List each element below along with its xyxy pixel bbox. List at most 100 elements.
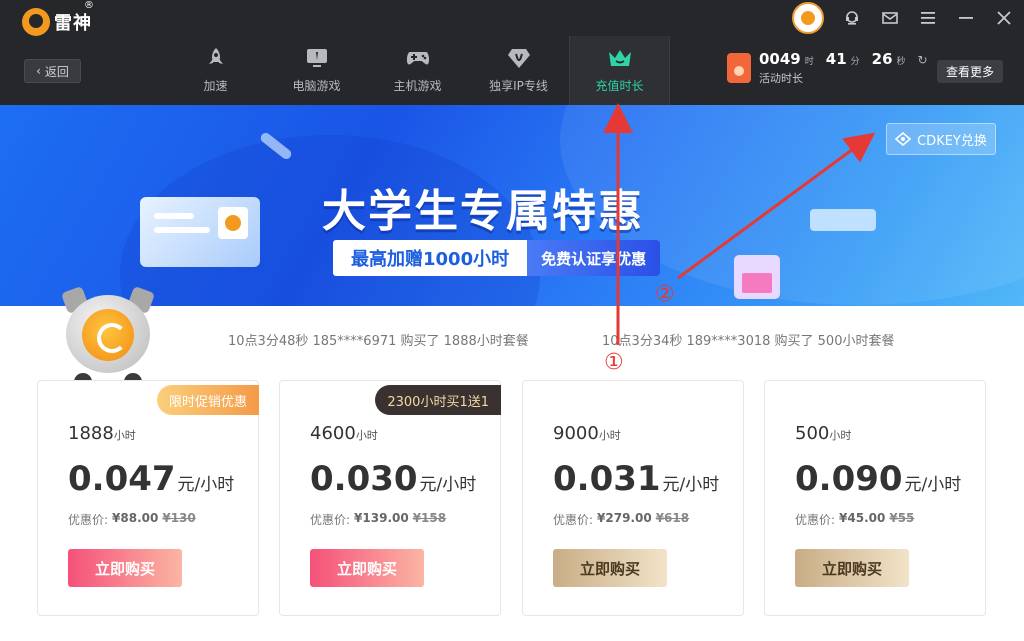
rocket-icon (203, 47, 229, 69)
back-label: 返回 (44, 64, 69, 79)
promo-price-line: 优惠价: ¥139.00 ¥158 (310, 511, 446, 528)
activity-timer: 0049 时 41 分 26 秒 ↻ 活动时长 (727, 50, 928, 86)
package-hours: 9000 小时 (553, 423, 621, 444)
customer-service-icon[interactable] (842, 8, 862, 28)
app-logo: 雷神 (22, 8, 92, 36)
hours-unit: 小时 (829, 429, 852, 442)
hours-value: 500 (795, 423, 830, 444)
mail-icon[interactable] (880, 8, 900, 28)
nav-item-pc-games[interactable]: 电脑游戏 (266, 36, 367, 105)
hours-value: 4600 (310, 423, 356, 444)
banner-title: 大学生专属特惠 (322, 186, 644, 237)
timer-minutes: 41 (825, 50, 847, 68)
package-card-500[interactable]: 500 小时 0.090 元/小时 优惠价: ¥45.00 ¥55 立即购买 (764, 380, 986, 616)
app-header: 雷神 ® ‹ 返回 加速 电脑游戏 主机游戏 独享IP专线 充值时长 0049 … (0, 0, 1024, 105)
package-card-9000[interactable]: 9000 小时 0.031 元/小时 优惠价: ¥279.00 ¥618 立即购买 (522, 380, 744, 616)
timer-seconds: 26 (871, 50, 893, 68)
promo-label: 优惠价: (310, 513, 351, 527)
price-value: 0.047 (68, 459, 176, 499)
promo-price-line: 优惠价: ¥279.00 ¥618 (553, 511, 689, 528)
buy-now-button[interactable]: 立即购买 (553, 549, 667, 587)
timer-minutes-unit: 分 (850, 57, 860, 67)
price-value: 0.090 (795, 459, 903, 499)
ip-line-icon (506, 47, 532, 69)
monitor-game-icon (304, 47, 330, 69)
package-card-1888[interactable]: 限时促销优惠 1888 小时 0.047 元/小时 优惠价: ¥88.00 ¥130 立… (37, 380, 259, 616)
promo-badge: 限时促销优惠 (156, 385, 259, 415)
promo-banner[interactable]: 大学生专属特惠 最高加赠1000小时 免费认证享优惠 CDKEY兑换 (0, 105, 1024, 306)
gift-box-illustration (734, 255, 780, 299)
red-envelope-icon (727, 53, 751, 83)
refresh-icon[interactable]: ↻ (918, 53, 928, 67)
annotation-number-1: ① (604, 350, 624, 375)
id-card-illustration (810, 209, 876, 231)
user-avatar[interactable] (792, 2, 824, 34)
unit-price: 0.047 元/小时 (68, 459, 234, 499)
back-button[interactable]: ‹ 返回 (24, 59, 81, 83)
buy-now-button[interactable]: 立即购买 (310, 549, 424, 587)
view-more-button[interactable]: 查看更多 (937, 60, 1003, 83)
nav-item-console-games[interactable]: 主机游戏 (367, 36, 468, 105)
hours-unit: 小时 (355, 429, 378, 442)
banner-subtitle: 最高加赠1000小时 (351, 249, 510, 270)
menu-icon[interactable] (918, 8, 938, 28)
original-price: ¥158 (412, 511, 447, 525)
banner-subtitle-box: 最高加赠1000小时 免费认证享优惠 (333, 240, 661, 276)
price-unit: 元/小时 (177, 475, 235, 495)
nav-item-accelerate[interactable]: 加速 (165, 36, 266, 105)
nav-label: 主机游戏 (393, 79, 442, 93)
price-value: 0.031 (553, 459, 661, 499)
logo-text: 雷神 (54, 13, 92, 34)
price-unit: 元/小时 (662, 475, 720, 495)
package-hours: 1888 小时 (68, 423, 136, 444)
hours-value: 9000 (553, 423, 599, 444)
promo-price: ¥45.00 (839, 511, 886, 525)
student-id-card-illustration (140, 197, 260, 267)
main-nav: 加速 电脑游戏 主机游戏 独享IP专线 充值时长 (165, 36, 670, 105)
minimize-icon[interactable] (956, 8, 976, 28)
unit-price: 0.090 元/小时 (795, 459, 961, 499)
ticket-icon (895, 132, 912, 146)
promo-price: ¥88.00 (112, 511, 159, 525)
original-price: ¥130 (162, 511, 196, 525)
nav-label: 充值时长 (595, 79, 644, 93)
promo-label: 优惠价: (68, 513, 109, 527)
purchase-ticker-item: 10点3分34秒 189****3018 购买了 500小时套餐 (602, 334, 895, 349)
package-card-4600[interactable]: 2300小时买1送1 4600 小时 0.030 元/小时 优惠价: ¥139.00 ¥… (279, 380, 501, 616)
timer-hours: 0049 (759, 50, 801, 68)
nav-item-recharge[interactable]: 充值时长 (569, 36, 670, 105)
mascot-illustration (60, 285, 156, 395)
unit-price: 0.030 元/小时 (310, 459, 476, 499)
annotation-number-2: ② (655, 282, 675, 307)
chevron-left-icon: ‹ (36, 64, 41, 78)
original-price: ¥618 (655, 511, 690, 525)
purchase-ticker-item: 10点3分48秒 185****6971 购买了 1888小时套餐 (228, 334, 529, 349)
price-unit: 元/小时 (904, 475, 962, 495)
crown-icon (607, 47, 633, 69)
buy-now-button[interactable]: 立即购买 (795, 549, 909, 587)
package-hours: 500 小时 (795, 423, 851, 444)
unit-price: 0.031 元/小时 (553, 459, 719, 499)
nav-label: 加速 (203, 79, 228, 93)
nav-item-dedicated-ip[interactable]: 独享IP专线 (468, 36, 569, 105)
timer-label: 活动时长 (759, 72, 803, 85)
nav-label: 独享IP专线 (489, 79, 548, 93)
price-value: 0.030 (310, 459, 418, 499)
promo-label: 优惠价: (795, 513, 836, 527)
promo-price-line: 优惠价: ¥88.00 ¥130 (68, 511, 196, 528)
timer-seconds-unit: 秒 (896, 57, 906, 67)
close-icon[interactable] (994, 8, 1014, 28)
leigod-logo-icon (22, 8, 50, 36)
hours-unit: 小时 (113, 429, 136, 442)
hours-value: 1888 (68, 423, 114, 444)
timer-hours-unit: 时 (804, 57, 814, 67)
window-controls (792, 2, 1014, 34)
nav-label: 电脑游戏 (292, 79, 341, 93)
original-price: ¥55 (889, 511, 915, 525)
gamepad-icon (405, 47, 431, 69)
student-verify-tag[interactable]: 免费认证享优惠 (527, 240, 661, 276)
buy-now-button[interactable]: 立即购买 (68, 549, 182, 587)
cdkey-redeem-button[interactable]: CDKEY兑换 (886, 123, 996, 155)
promo-price: ¥279.00 (597, 511, 652, 525)
promo-label: 优惠价: (553, 513, 594, 527)
